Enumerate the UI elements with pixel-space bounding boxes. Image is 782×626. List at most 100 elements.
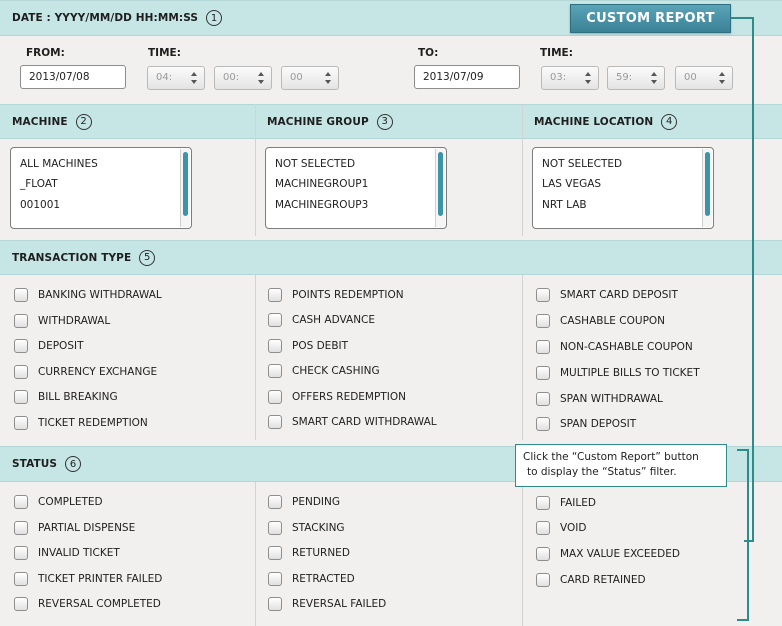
list-item[interactable]: LAS VEGAS xyxy=(542,178,601,190)
list-item[interactable]: MACHINEGROUP3 xyxy=(275,199,368,211)
checkbox-item[interactable]: CASH ADVANCE xyxy=(268,313,375,327)
checkbox[interactable] xyxy=(268,572,282,586)
checkbox[interactable] xyxy=(536,547,550,561)
checkbox[interactable] xyxy=(14,495,28,509)
checkbox-item[interactable]: COMPLETED xyxy=(14,495,103,509)
list-item[interactable]: NOT SELECTED xyxy=(275,158,355,170)
scrollbar-thumb[interactable] xyxy=(183,152,188,216)
checkbox[interactable] xyxy=(14,416,28,430)
from-date-input[interactable]: 2013/07/08 xyxy=(20,65,126,89)
spinner-arrows-icon[interactable] xyxy=(718,72,726,84)
checkbox-item[interactable]: SPAN WITHDRAWAL xyxy=(536,392,663,406)
spinner-arrows-icon[interactable] xyxy=(584,72,592,84)
to-minute-stepper[interactable]: 59: xyxy=(607,66,665,90)
checkbox-item[interactable]: VOID xyxy=(536,521,586,535)
checkbox-item[interactable]: MULTIPLE BILLS TO TICKET xyxy=(536,366,700,380)
checkbox[interactable] xyxy=(536,573,550,587)
checkbox-item[interactable]: OFFERS REDEMPTION xyxy=(268,390,406,404)
checkbox-item[interactable]: REVERSAL COMPLETED xyxy=(14,597,161,611)
checkbox-label: CHECK CASHING xyxy=(292,365,380,377)
spinner-arrows-icon[interactable] xyxy=(324,72,332,84)
checkbox[interactable] xyxy=(14,339,28,353)
checkbox-item[interactable]: SMART CARD DEPOSIT xyxy=(536,288,678,302)
to-hour-stepper[interactable]: 03: xyxy=(541,66,599,90)
checkbox-item[interactable]: WITHDRAWAL xyxy=(14,314,110,328)
checkbox-item[interactable]: POS DEBIT xyxy=(268,339,348,353)
checkbox-item[interactable]: NON-CASHABLE COUPON xyxy=(536,340,693,354)
checkbox[interactable] xyxy=(14,546,28,560)
checkbox[interactable] xyxy=(14,314,28,328)
checkbox-item[interactable]: RETURNED xyxy=(268,546,350,560)
checkbox[interactable] xyxy=(14,288,28,302)
checkbox[interactable] xyxy=(14,365,28,379)
checkbox-item[interactable]: POINTS REDEMPTION xyxy=(268,288,404,302)
scrollbar[interactable] xyxy=(435,149,445,227)
checkbox-item[interactable]: SMART CARD WITHDRAWAL xyxy=(268,415,437,429)
checkbox[interactable] xyxy=(268,546,282,560)
list-item[interactable]: NOT SELECTED xyxy=(542,158,622,170)
to-second-value: 00 xyxy=(684,72,697,83)
checkbox[interactable] xyxy=(536,288,550,302)
checkbox-item[interactable]: BILL BREAKING xyxy=(14,390,118,404)
checkbox[interactable] xyxy=(14,597,28,611)
from-minute-stepper[interactable]: 00: xyxy=(214,66,272,90)
checkbox[interactable] xyxy=(268,495,282,509)
checkbox-item[interactable]: CARD RETAINED xyxy=(536,573,646,587)
checkbox[interactable] xyxy=(268,415,282,429)
list-item[interactable]: NRT LAB xyxy=(542,199,587,211)
checkbox-item[interactable]: DEPOSIT xyxy=(14,339,84,353)
list-item[interactable]: MACHINEGROUP1 xyxy=(275,178,368,190)
checkbox-item[interactable]: MAX VALUE EXCEEDED xyxy=(536,547,680,561)
list-item[interactable]: _FLOAT xyxy=(20,178,58,190)
checkbox[interactable] xyxy=(536,521,550,535)
checkbox-item[interactable]: TICKET PRINTER FAILED xyxy=(14,572,162,586)
custom-report-button[interactable]: CUSTOM REPORT xyxy=(570,4,731,33)
checkbox-item[interactable]: RETRACTED xyxy=(268,572,355,586)
checkbox[interactable] xyxy=(14,390,28,404)
scrollbar[interactable] xyxy=(180,149,190,227)
from-hour-stepper[interactable]: 04: xyxy=(147,66,205,90)
checkbox[interactable] xyxy=(268,339,282,353)
checkbox-item[interactable]: CHECK CASHING xyxy=(268,364,380,378)
scrollbar-thumb[interactable] xyxy=(705,152,710,216)
list-item[interactable]: 001001 xyxy=(20,199,60,211)
to-second-stepper[interactable]: 00 xyxy=(675,66,733,90)
checkbox[interactable] xyxy=(268,364,282,378)
checkbox-item[interactable]: CURRENCY EXCHANGE xyxy=(14,365,157,379)
scrollbar-thumb[interactable] xyxy=(438,152,443,216)
checkbox[interactable] xyxy=(536,340,550,354)
checkbox-item[interactable]: TICKET REDEMPTION xyxy=(14,416,148,430)
checkbox[interactable] xyxy=(536,366,550,380)
checkbox[interactable] xyxy=(268,288,282,302)
scrollbar[interactable] xyxy=(702,149,712,227)
checkbox[interactable] xyxy=(268,521,282,535)
checkbox-item[interactable]: SPAN DEPOSIT xyxy=(536,417,636,431)
checkbox-item[interactable]: REVERSAL FAILED xyxy=(268,597,386,611)
checkbox-item[interactable]: INVALID TICKET xyxy=(14,546,120,560)
checkbox[interactable] xyxy=(536,496,550,510)
machine-listbox[interactable]: ALL MACHINES _FLOAT 001001 xyxy=(10,147,192,229)
checkbox[interactable] xyxy=(268,390,282,404)
checkbox[interactable] xyxy=(536,314,550,328)
checkbox-item[interactable]: BANKING WITHDRAWAL xyxy=(14,288,162,302)
checkbox[interactable] xyxy=(14,521,28,535)
checkbox-item[interactable]: FAILED xyxy=(536,496,596,510)
checkbox[interactable] xyxy=(268,313,282,327)
checkbox[interactable] xyxy=(14,572,28,586)
checkbox[interactable] xyxy=(268,597,282,611)
checkbox-item[interactable]: PENDING xyxy=(268,495,340,509)
machine-group-listbox[interactable]: NOT SELECTED MACHINEGROUP1 MACHINEGROUP3 xyxy=(265,147,447,229)
checkbox-item[interactable]: STACKING xyxy=(268,521,345,535)
checkbox-item[interactable]: PARTIAL DISPENSE xyxy=(14,521,135,535)
spinner-arrows-icon[interactable] xyxy=(650,72,658,84)
list-item[interactable]: ALL MACHINES xyxy=(20,158,98,170)
checkbox-item[interactable]: CASHABLE COUPON xyxy=(536,314,665,328)
machine-location-listbox[interactable]: NOT SELECTED LAS VEGAS NRT LAB xyxy=(532,147,714,229)
checkbox-label: POS DEBIT xyxy=(292,340,349,352)
from-second-stepper[interactable]: 00 xyxy=(281,66,339,90)
to-date-input[interactable]: 2013/07/09 xyxy=(414,65,520,89)
checkbox[interactable] xyxy=(536,417,550,431)
spinner-arrows-icon[interactable] xyxy=(190,72,198,84)
checkbox[interactable] xyxy=(536,392,550,406)
spinner-arrows-icon[interactable] xyxy=(257,72,265,84)
